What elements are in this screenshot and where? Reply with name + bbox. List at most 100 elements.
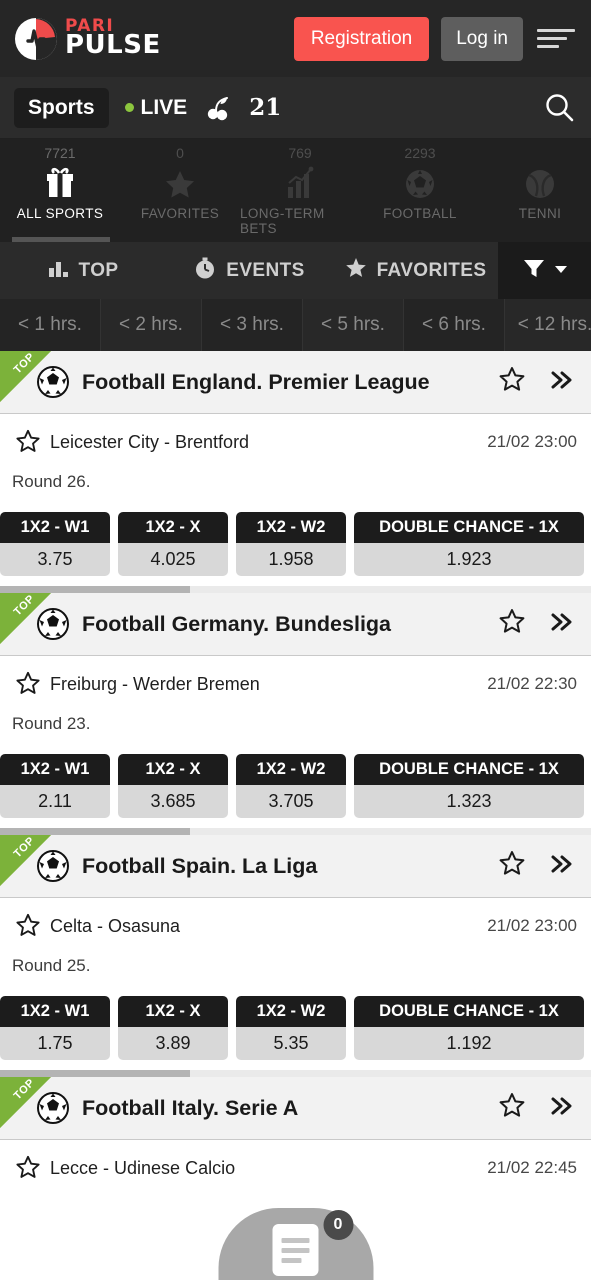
odds-scrollbar[interactable] <box>0 586 591 593</box>
sport-count: 7721 <box>44 145 76 161</box>
sport-count: 0 <box>176 145 184 161</box>
match-row[interactable]: Celta - Osasuna 21/02 23:00 <box>0 898 591 940</box>
tab-top[interactable]: TOP <box>0 242 166 299</box>
doc-line <box>281 1257 302 1263</box>
login-button[interactable]: Log in <box>441 16 523 61</box>
bar-chart-icon <box>48 258 70 284</box>
odds-row[interactable]: 1X2 - W1 2.11 1X2 - X 3.685 1X2 - W2 3.7… <box>0 734 591 818</box>
football-icon <box>36 607 70 641</box>
nav-item-sports[interactable]: Sports <box>14 87 109 128</box>
league-actions <box>497 849 591 884</box>
double-chevron-right-icon[interactable] <box>547 610 575 639</box>
match-datetime: 21/02 22:30 <box>487 674 577 693</box>
odds-row[interactable]: 1X2 - W1 1.75 1X2 - X 3.89 1X2 - W2 5.35… <box>0 976 591 1060</box>
odds-chip[interactable]: DOUBLE CHANCE - 1X 1.192 <box>354 996 584 1060</box>
odds-chip[interactable]: 1X2 - W2 1.958 <box>236 512 346 576</box>
filter-dropdown-button[interactable] <box>498 242 591 299</box>
top-ribbon-label: TOP <box>11 1077 38 1103</box>
odds-label: 1X2 - X <box>118 512 228 543</box>
match-teams: Lecce - Udinese Calcio <box>50 1157 236 1178</box>
odds-chip[interactable]: DOUBLE CHANCE - 1X 1.923 <box>354 512 584 576</box>
tab-events-label: EVENTS <box>226 259 305 281</box>
hamburger-menu-icon[interactable] <box>537 26 577 52</box>
betslip-document-icon <box>272 1224 319 1276</box>
odds-scrollbar-thumb[interactable] <box>0 586 190 593</box>
nav-item-live-label: LIVE <box>140 95 188 119</box>
star-outline-icon[interactable] <box>497 365 527 400</box>
star-outline-icon[interactable] <box>14 428 46 456</box>
nav-item-blackjack[interactable]: 21 <box>249 94 281 121</box>
football-icon <box>400 162 440 204</box>
odds-chip[interactable]: 1X2 - W2 5.35 <box>236 996 346 1060</box>
time-filter-3h[interactable]: < 3 hrs. <box>202 299 303 351</box>
match-row[interactable]: Lecce - Udinese Calcio 21/02 22:45 <box>0 1140 591 1182</box>
nav-item-live[interactable]: LIVE <box>124 95 188 120</box>
league-header-serie-a[interactable]: TOP Football Italy. Serie A <box>0 1077 591 1140</box>
league-title: Football Germany. Bundesliga <box>82 611 392 636</box>
sport-item-tennis[interactable]: TENNI <box>480 139 591 242</box>
betslip-button[interactable]: 0 <box>218 1208 373 1280</box>
registration-button[interactable]: Registration <box>293 16 430 61</box>
star-outline-icon[interactable] <box>14 670 46 698</box>
odds-scrollbar[interactable] <box>0 1070 591 1077</box>
odds-label: 1X2 - X <box>118 996 228 1027</box>
league-header-bundesliga[interactable]: TOP Football Germany. Bundesliga <box>0 593 591 656</box>
odds-scrollbar-thumb[interactable] <box>0 828 190 835</box>
time-filter-bar[interactable]: < 1 hrs. < 2 hrs. < 3 hrs. < 5 hrs. < 6 … <box>0 299 591 351</box>
sport-item-football[interactable]: 2293 FOOTBALL <box>360 139 480 242</box>
doc-line <box>281 1237 310 1243</box>
league-title: Football Italy. Serie A <box>82 1095 299 1120</box>
odds-chip[interactable]: 1X2 - X 3.685 <box>118 754 228 818</box>
match-row[interactable]: Freiburg - Werder Bremen 21/02 22:30 <box>0 656 591 698</box>
funnel-filter-icon <box>521 255 547 286</box>
odds-chip[interactable]: DOUBLE CHANCE - 1X 1.323 <box>354 754 584 818</box>
league-header-premier-league[interactable]: TOP Football England. Premier League <box>0 351 591 414</box>
league-title: Football England. Premier League <box>82 369 430 394</box>
logo-text-pulse: PULSE <box>65 30 161 61</box>
match-row[interactable]: Leicester City - Brentford 21/02 23:00 <box>0 414 591 456</box>
app-header: PARI PULSE Registration Log in <box>0 0 591 77</box>
odds-scrollbar[interactable] <box>0 828 591 835</box>
odds-chip[interactable]: 1X2 - W2 3.705 <box>236 754 346 818</box>
odds-chip[interactable]: 1X2 - X 4.025 <box>118 512 228 576</box>
brand-logo[interactable]: PARI PULSE <box>14 17 161 61</box>
tab-events[interactable]: EVENTS <box>166 242 332 299</box>
top-ribbon-label: TOP <box>11 593 38 619</box>
double-chevron-right-icon[interactable] <box>547 368 575 397</box>
star-outline-icon[interactable] <box>14 912 46 940</box>
burger-line <box>537 29 575 32</box>
time-filter-5h[interactable]: < 5 hrs. <box>303 299 404 351</box>
odds-chip[interactable]: 1X2 - W1 3.75 <box>0 512 110 576</box>
sport-item-favorites[interactable]: 0 FAVORITES <box>120 139 240 242</box>
double-chevron-right-icon[interactable] <box>547 1094 575 1123</box>
football-icon <box>36 1091 70 1125</box>
time-filter-2h[interactable]: < 2 hrs. <box>101 299 202 351</box>
sport-count: 2293 <box>404 145 436 161</box>
star-outline-icon[interactable] <box>497 1091 527 1126</box>
odds-chip[interactable]: 1X2 - W1 2.11 <box>0 754 110 818</box>
double-chevron-right-icon[interactable] <box>547 852 575 881</box>
league-header-la-liga[interactable]: TOP Football Spain. La Liga <box>0 835 591 898</box>
sport-item-all-sports[interactable]: 7721 ALL SPORTS <box>0 139 120 242</box>
tennis-ball-icon <box>520 162 560 204</box>
time-filter-1h[interactable]: < 1 hrs. <box>0 299 101 351</box>
time-filter-12h[interactable]: < 12 hrs. <box>505 299 591 351</box>
odds-row[interactable]: 1X2 - W1 3.75 1X2 - X 4.025 1X2 - W2 1.9… <box>0 492 591 576</box>
odds-value: 1.958 <box>236 543 346 576</box>
content-tabs: TOP EVENTS FAVORITES <box>0 242 591 299</box>
odds-scrollbar-thumb[interactable] <box>0 1070 190 1077</box>
star-outline-icon[interactable] <box>497 607 527 642</box>
sport-count: 769 <box>288 145 312 161</box>
odds-chip[interactable]: 1X2 - W1 1.75 <box>0 996 110 1060</box>
time-filter-6h[interactable]: < 6 hrs. <box>404 299 505 351</box>
doc-line <box>281 1247 310 1253</box>
search-icon[interactable] <box>543 91 577 125</box>
sports-category-strip[interactable]: 7721 ALL SPORTS 0 FAVORITES 769 LONG-TER… <box>0 139 591 242</box>
tab-favorites[interactable]: FAVORITES <box>332 242 498 299</box>
odds-chip[interactable]: 1X2 - X 3.89 <box>118 996 228 1060</box>
star-outline-icon[interactable] <box>497 849 527 884</box>
sport-item-long-term-bets[interactable]: 769 LONG-TERM BETS <box>240 139 360 242</box>
star-outline-icon[interactable] <box>14 1154 46 1182</box>
tab-favorites-label: FAVORITES <box>376 259 487 281</box>
cherry-icon[interactable] <box>203 93 233 123</box>
